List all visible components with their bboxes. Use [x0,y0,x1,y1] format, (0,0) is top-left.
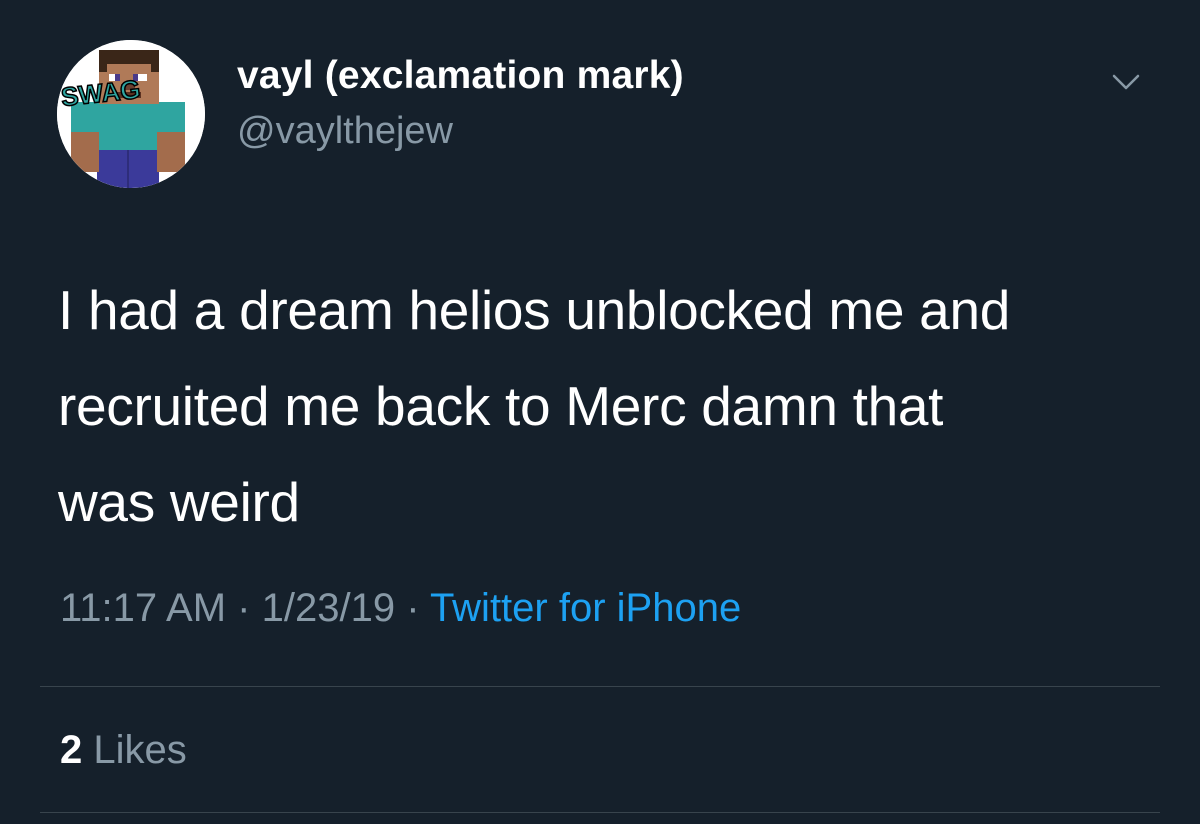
chevron-down-icon[interactable] [1106,66,1146,96]
tweet-metadata: 11:17 AM · 1/23/19 · Twitter for iPhone [60,586,741,631]
meta-separator: · [406,586,420,630]
meta-separator: · [237,586,251,630]
author-handle[interactable]: @vaylthejew [237,110,453,153]
minecraft-steve-avatar-icon [57,40,205,188]
likes-label: Likes [93,728,187,772]
avatar[interactable]: SWAG [57,40,205,188]
tweet-text-line: recruited me back to Merc damn that [58,375,944,437]
tweet-text-line: I had a dream helios unblocked me and [58,279,1011,341]
tweet-text: I had a dream helios unblocked me and re… [58,262,1158,550]
tweet-detail: SWAG vayl (exclamation mark) @vaylthejew… [0,0,1200,824]
likes-count: 2 [60,728,83,772]
likes-stat[interactable]: 2 Likes [60,728,187,773]
author-display-name[interactable]: vayl (exclamation mark) [237,54,684,98]
tweet-time: 11:17 AM [60,586,227,630]
tweet-source-link[interactable]: Twitter for iPhone [430,586,741,630]
divider [40,812,1160,813]
divider [40,686,1160,687]
tweet-text-line: was weird [58,471,300,533]
tweet-date: 1/23/19 [261,586,396,630]
